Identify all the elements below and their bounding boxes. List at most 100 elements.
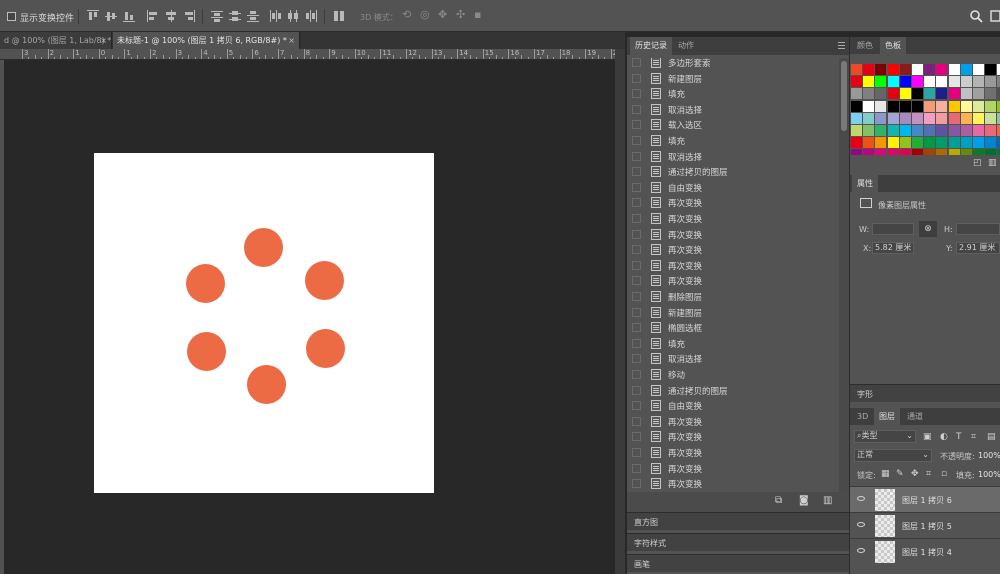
history-item[interactable]: 通过拷贝的图层	[627, 383, 839, 399]
history-item[interactable]: 移动	[627, 367, 839, 383]
color-swatch[interactable]	[912, 100, 923, 112]
align-hcenter-icon[interactable]	[164, 9, 178, 23]
orange-dot[interactable]	[306, 329, 345, 368]
pixel-filter-icon[interactable]: ▣	[923, 432, 933, 446]
snapshot-source-checkbox[interactable]	[632, 214, 641, 223]
3d-roll-icon[interactable]: ◎	[420, 8, 434, 22]
color-swatch[interactable]	[887, 76, 899, 88]
color-swatch[interactable]	[851, 88, 862, 100]
color-swatch[interactable]	[960, 76, 972, 88]
color-swatch[interactable]	[899, 88, 911, 100]
color-swatch[interactable]	[851, 125, 862, 136]
color-swatch[interactable]	[985, 76, 997, 88]
layer-row[interactable]: 图层 1 拷贝 6	[850, 486, 1000, 512]
y-input[interactable]: 2.91 厘米	[956, 242, 1000, 254]
search-icon[interactable]	[969, 9, 983, 23]
opacity-value[interactable]: 100%	[978, 451, 1000, 460]
eye-icon[interactable]	[857, 548, 865, 553]
height-input[interactable]	[956, 223, 1000, 235]
history-item[interactable]: 填充	[627, 133, 839, 149]
color-swatch[interactable]	[887, 88, 899, 100]
color-swatch[interactable]	[924, 112, 936, 124]
color-swatch[interactable]	[875, 100, 887, 112]
history-item[interactable]: 椭圆选框	[627, 320, 839, 336]
snapshot-source-checkbox[interactable]	[632, 463, 641, 473]
tab-swatches[interactable]: 色板	[880, 37, 906, 54]
snapshot-source-checkbox[interactable]	[632, 104, 641, 114]
color-swatch[interactable]	[863, 76, 875, 88]
color-swatch[interactable]	[960, 149, 972, 155]
distribute-vcenter-icon[interactable]	[228, 9, 242, 23]
color-swatch[interactable]	[863, 137, 875, 149]
color-swatch[interactable]	[985, 64, 997, 75]
snapshot-source-checkbox[interactable]	[632, 307, 641, 317]
3d-scale-icon[interactable]: ▪	[474, 8, 488, 22]
color-swatch[interactable]	[960, 64, 972, 75]
align-left-icon[interactable]	[146, 9, 160, 23]
color-swatch[interactable]	[851, 64, 862, 75]
snapshot-source-checkbox[interactable]	[632, 73, 641, 83]
color-swatch[interactable]	[851, 100, 862, 112]
color-swatch[interactable]	[924, 149, 936, 155]
snapshot-source-checkbox[interactable]	[632, 416, 641, 426]
color-swatch[interactable]	[912, 88, 923, 100]
snapshot-source-checkbox[interactable]	[632, 385, 641, 395]
snapshot-source-checkbox[interactable]	[632, 401, 641, 411]
color-swatch[interactable]	[948, 137, 960, 149]
color-swatch[interactable]	[863, 125, 875, 136]
color-swatch[interactable]	[924, 100, 936, 112]
panel-menu-icon[interactable]	[838, 42, 845, 49]
distribute-bottom-icon[interactable]	[246, 9, 260, 23]
layer-row[interactable]: 图层 1 拷贝 5	[850, 512, 1000, 538]
smart-object-filter-icon[interactable]: ▤	[987, 432, 997, 446]
color-swatch[interactable]	[912, 149, 923, 155]
width-input[interactable]	[872, 223, 914, 235]
tab-properties[interactable]: 属性	[852, 175, 878, 192]
snapshot-source-checkbox[interactable]	[632, 448, 641, 457]
canvas-vertical-scrollbar[interactable]	[615, 49, 625, 574]
history-item[interactable]: 再次变换	[627, 258, 839, 274]
doc-tab-lab[interactable]: d @ 100% (图层 1, Lab/8) * ×	[0, 32, 112, 49]
history-item[interactable]: 再次变换	[627, 273, 839, 289]
eye-icon[interactable]	[857, 496, 865, 501]
color-swatch[interactable]	[863, 100, 875, 112]
character-styles-panel[interactable]: 字符样式	[627, 533, 849, 551]
orange-dot[interactable]	[186, 264, 225, 303]
tab-3d[interactable]: 3D	[852, 408, 873, 425]
brush-panel[interactable]: 画笔	[627, 554, 849, 572]
distribute-top-icon[interactable]	[210, 9, 224, 23]
color-swatch[interactable]	[887, 137, 899, 149]
snapshot-source-checkbox[interactable]	[632, 338, 641, 348]
color-swatch[interactable]	[973, 125, 984, 136]
histogram-panel[interactable]: 直方图	[627, 512, 849, 530]
snapshot-source-checkbox[interactable]	[632, 89, 641, 99]
color-swatch[interactable]	[960, 88, 972, 100]
snapshot-source-checkbox[interactable]	[632, 167, 641, 177]
history-item[interactable]: 再次变换	[627, 461, 839, 477]
snapshot-source-checkbox[interactable]	[632, 276, 641, 286]
snapshot-source-checkbox[interactable]	[632, 260, 641, 270]
color-swatch[interactable]	[912, 76, 923, 88]
orange-dot[interactable]	[305, 261, 344, 300]
link-icon[interactable]: ⊗	[919, 221, 937, 237]
color-swatch[interactable]	[948, 88, 960, 100]
layer-row[interactable]: 图层 1 拷贝 4	[850, 538, 1000, 564]
workspace-icon[interactable]	[990, 9, 1000, 23]
color-swatch[interactable]	[912, 64, 923, 75]
blend-mode-select[interactable]: 正常 ⌄	[854, 449, 932, 462]
color-swatch[interactable]	[875, 88, 887, 100]
tab-layers[interactable]: 图层	[874, 408, 900, 425]
history-item[interactable]: 填充	[627, 86, 839, 102]
color-swatch[interactable]	[875, 137, 887, 149]
color-swatch[interactable]	[851, 76, 862, 88]
color-swatch[interactable]	[924, 137, 936, 149]
trash-icon[interactable]: ▥	[988, 158, 1000, 172]
history-item[interactable]: 取消选择	[627, 149, 839, 165]
layer-filter-select[interactable]: ⌕类型 ⌄	[854, 430, 916, 443]
lock-all-icon[interactable]: ▫	[941, 469, 951, 483]
snapshot-source-checkbox[interactable]	[632, 354, 641, 364]
color-swatch[interactable]	[985, 100, 997, 112]
snapshot-source-checkbox[interactable]	[632, 323, 641, 333]
align-right-icon[interactable]	[182, 9, 196, 23]
color-swatch[interactable]	[899, 149, 911, 155]
